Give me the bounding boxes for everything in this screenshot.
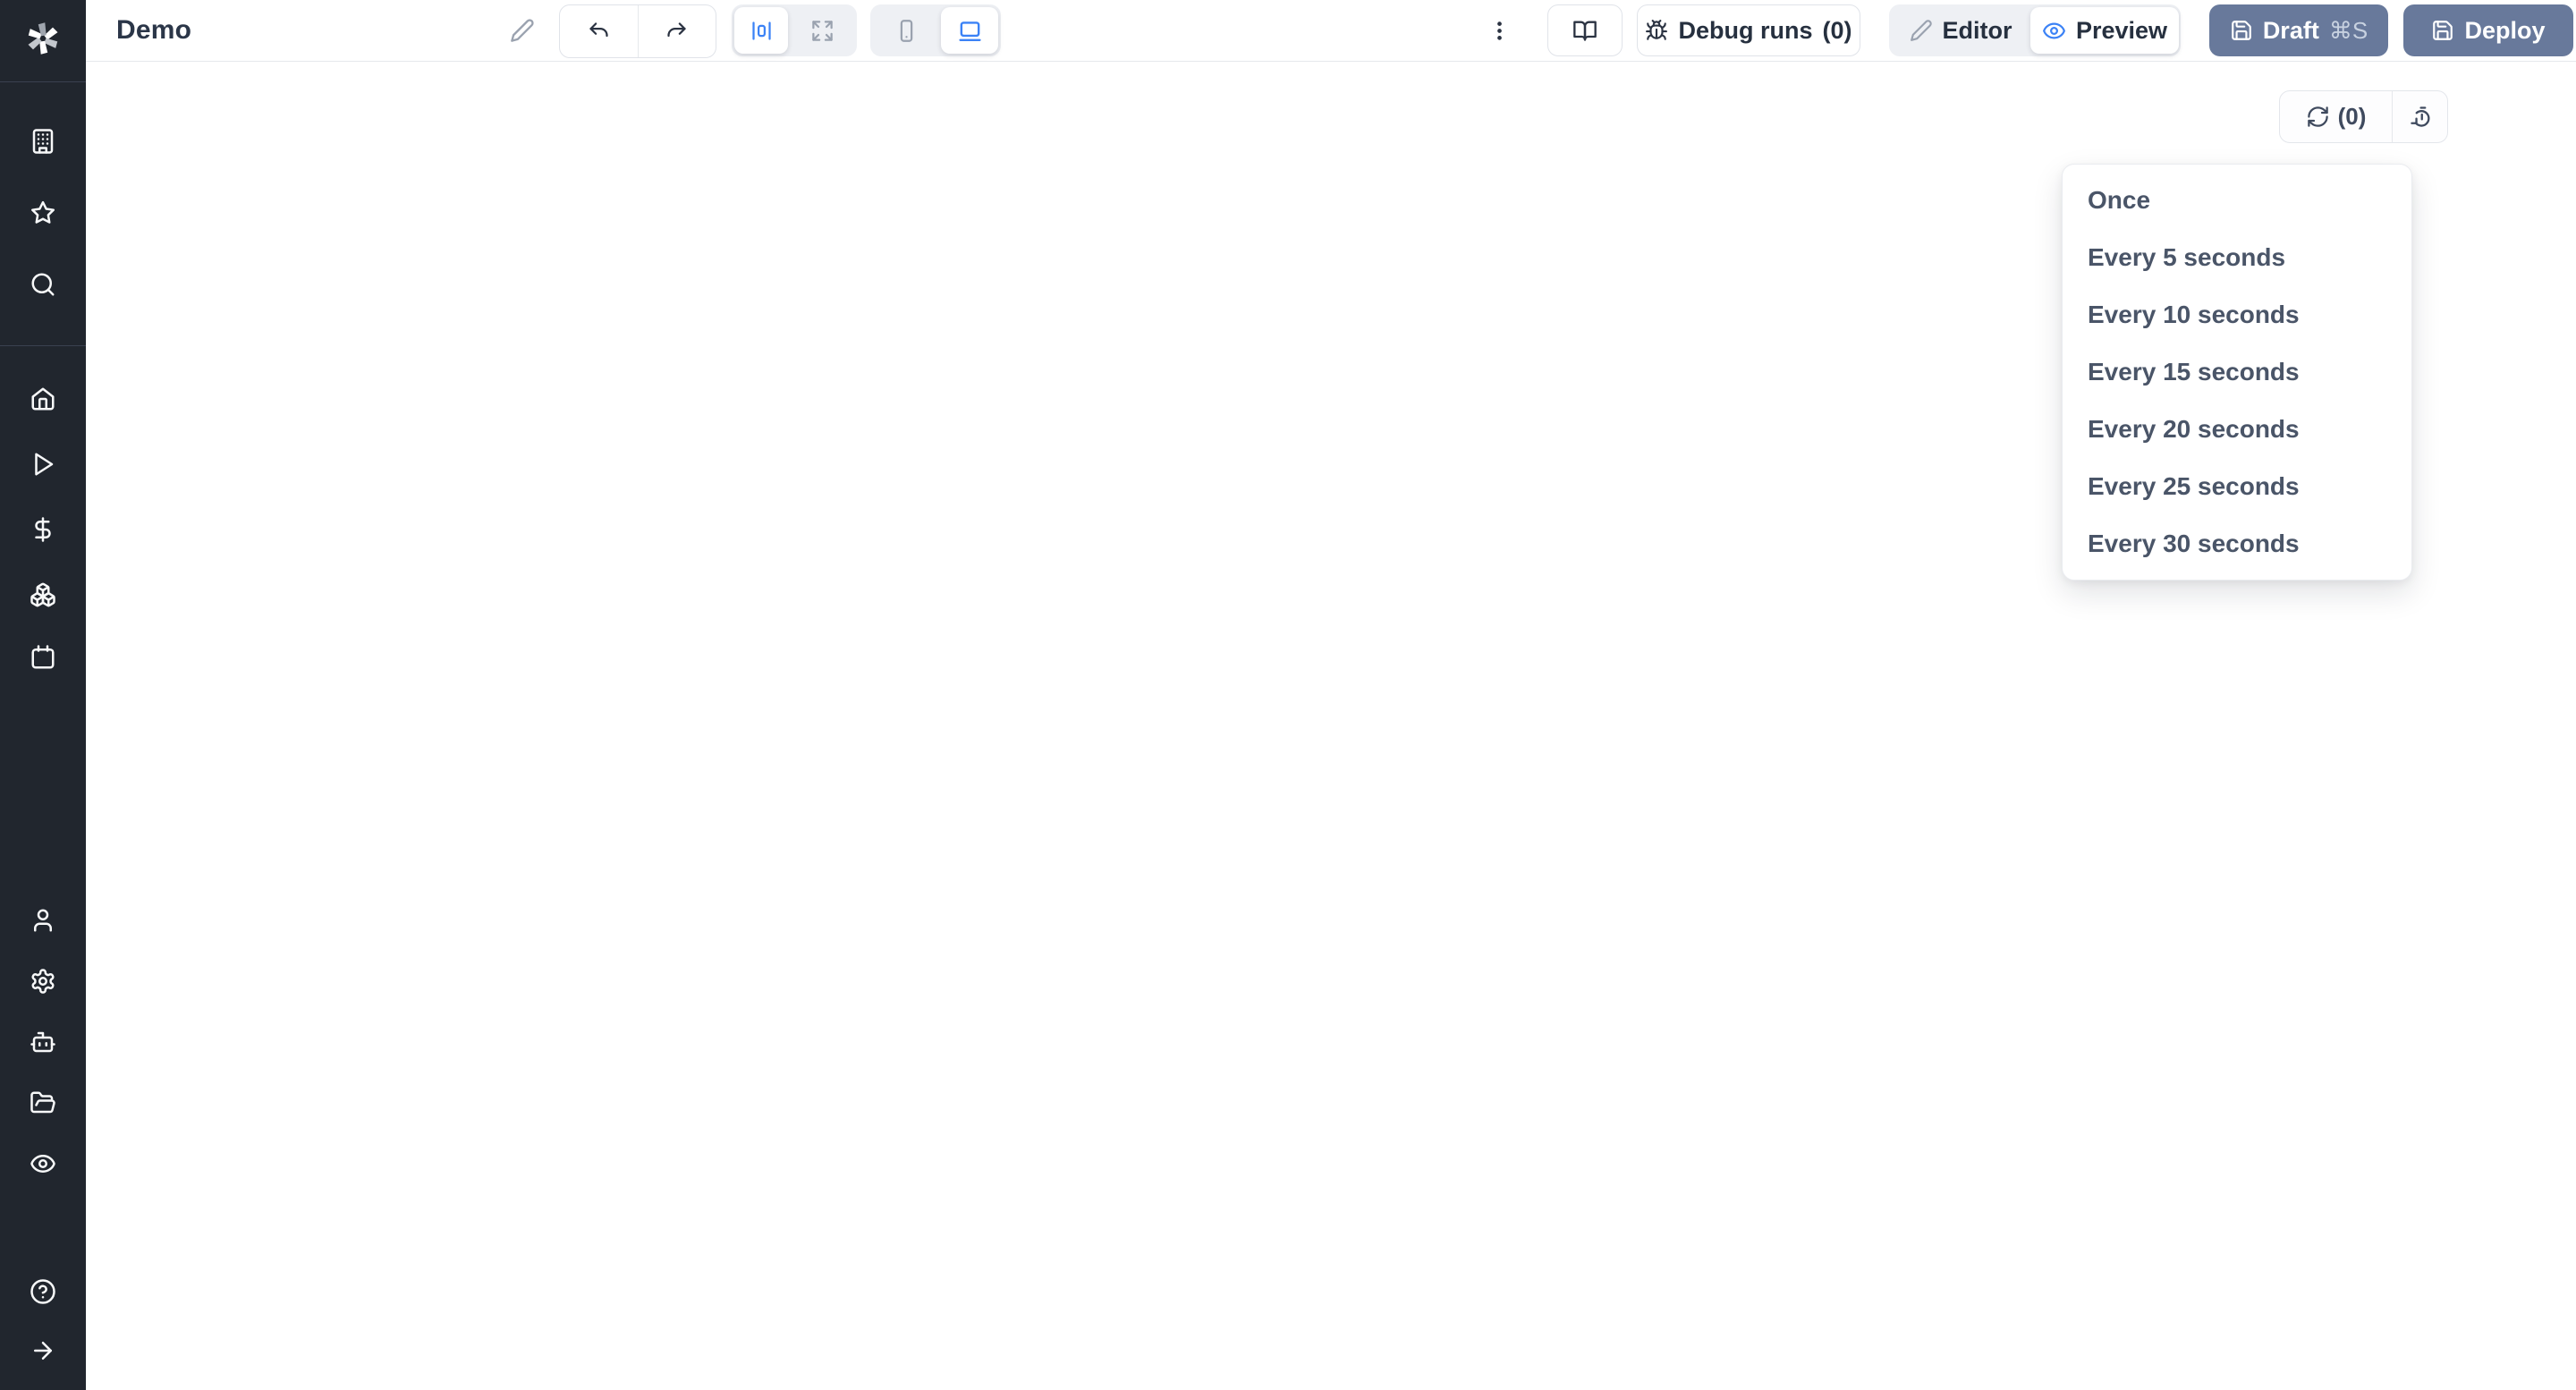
pencil-icon <box>510 18 535 43</box>
sidebar-divider <box>0 81 86 82</box>
pencil-icon <box>1910 19 1933 42</box>
menu-item-every-15s[interactable]: Every 15 seconds <box>2063 343 2411 401</box>
editor-preview-toggle: Editor Preview <box>1889 4 2181 56</box>
menu-item-once[interactable]: Once <box>2063 172 2411 229</box>
editor-label: Editor <box>1943 17 2012 45</box>
help-circle-icon <box>30 1278 56 1305</box>
building-icon <box>30 128 56 155</box>
redo-icon <box>665 20 689 44</box>
draft-shortcut: ⌘S <box>2329 17 2368 45</box>
desktop-view-toggle[interactable] <box>941 7 998 54</box>
menu-item-every-25s[interactable]: Every 25 seconds <box>2063 458 2411 515</box>
mobile-view-toggle[interactable] <box>870 4 942 56</box>
tab-preview[interactable]: Preview <box>2030 7 2179 54</box>
canvas-width-toggle <box>732 4 857 56</box>
settings-icon <box>30 968 56 995</box>
deploy-label: Deploy <box>2464 17 2545 45</box>
search-icon <box>30 271 56 298</box>
sidebar-item-help[interactable] <box>21 1270 64 1313</box>
sidebar-collapse-button[interactable] <box>21 1329 64 1372</box>
bot-icon <box>30 1029 56 1055</box>
menu-item-every-30s[interactable]: Every 30 seconds <box>2063 515 2411 572</box>
sidebar-item-resources[interactable] <box>21 573 64 616</box>
sidebar-item-audit-logs[interactable] <box>21 1142 64 1185</box>
arrow-right-icon <box>30 1337 56 1364</box>
sidebar-item-users[interactable] <box>21 899 64 942</box>
refresh-count: (0) <box>2338 103 2367 131</box>
full-width-toggle[interactable] <box>788 4 857 56</box>
sidebar-item-home[interactable] <box>21 377 64 420</box>
align-center-icon <box>750 19 774 43</box>
sidebar-item-folders[interactable] <box>21 1081 64 1124</box>
run-history-button[interactable] <box>2392 91 2447 142</box>
undo-button[interactable] <box>560 5 638 57</box>
more-options-button[interactable] <box>1476 4 1522 56</box>
refresh-button[interactable]: (0) <box>2280 91 2392 142</box>
home-icon <box>30 386 56 412</box>
sidebar-item-schedules[interactable] <box>21 636 64 679</box>
undo-icon <box>587 20 611 44</box>
preview-label: Preview <box>2076 17 2167 45</box>
redo-button[interactable] <box>638 5 716 57</box>
menu-item-every-10s[interactable]: Every 10 seconds <box>2063 286 2411 343</box>
app-editor-page: Demo <box>0 0 2576 1390</box>
dollar-icon <box>30 516 56 543</box>
sidebar-item-search[interactable] <box>21 263 64 306</box>
schedule-interval-menu: Once Every 5 seconds Every 10 seconds Ev… <box>2062 164 2412 581</box>
user-icon <box>30 907 56 934</box>
kebab-menu-icon <box>1487 19 1512 43</box>
tab-editor[interactable]: Editor <box>1889 4 2032 56</box>
folder-open-icon <box>30 1089 56 1116</box>
centered-width-toggle[interactable] <box>734 7 788 54</box>
bug-icon <box>1645 19 1668 42</box>
play-icon <box>30 451 56 478</box>
save-icon <box>2230 19 2253 42</box>
sidebar-item-settings[interactable] <box>21 960 64 1003</box>
docs-button[interactable] <box>1547 4 1623 56</box>
sidebar <box>0 0 86 1390</box>
maximize-icon <box>810 19 835 43</box>
app-title: Demo <box>116 0 191 61</box>
menu-item-every-5s[interactable]: Every 5 seconds <box>2063 229 2411 286</box>
sidebar-divider <box>0 345 86 346</box>
book-open-icon <box>1572 18 1597 43</box>
draft-label: Draft <box>2263 17 2319 45</box>
boxes-icon <box>30 581 56 608</box>
laptop-icon <box>957 18 983 44</box>
debug-runs-label: Debug runs <box>1678 17 1812 45</box>
eye-icon <box>30 1150 56 1177</box>
smartphone-icon <box>894 19 919 43</box>
sidebar-item-apps[interactable] <box>21 120 64 163</box>
eye-icon <box>2042 19 2066 43</box>
edit-title-button[interactable] <box>499 4 546 56</box>
calendar-icon <box>30 644 56 671</box>
device-toggle <box>870 4 1001 56</box>
sidebar-item-runs[interactable] <box>21 443 64 486</box>
debug-runs-count: (0) <box>1823 17 1852 45</box>
debug-runs-button[interactable]: Debug runs (0) <box>1637 4 1860 56</box>
refresh-icon <box>2306 105 2330 129</box>
sidebar-item-variables[interactable] <box>21 508 64 551</box>
deploy-button[interactable]: Deploy <box>2403 4 2573 56</box>
star-icon <box>30 199 56 226</box>
refresh-group: (0) <box>2279 90 2448 143</box>
timer-history-icon <box>2408 105 2433 130</box>
topbar: Demo <box>86 0 2576 62</box>
menu-item-every-20s[interactable]: Every 20 seconds <box>2063 401 2411 458</box>
save-draft-button[interactable]: Draft ⌘S <box>2209 4 2388 56</box>
windmill-logo-icon[interactable] <box>21 17 64 60</box>
save-icon <box>2431 19 2454 42</box>
sidebar-item-favorites[interactable] <box>21 191 64 234</box>
undo-redo-group <box>559 4 716 58</box>
sidebar-item-workers[interactable] <box>21 1021 64 1064</box>
